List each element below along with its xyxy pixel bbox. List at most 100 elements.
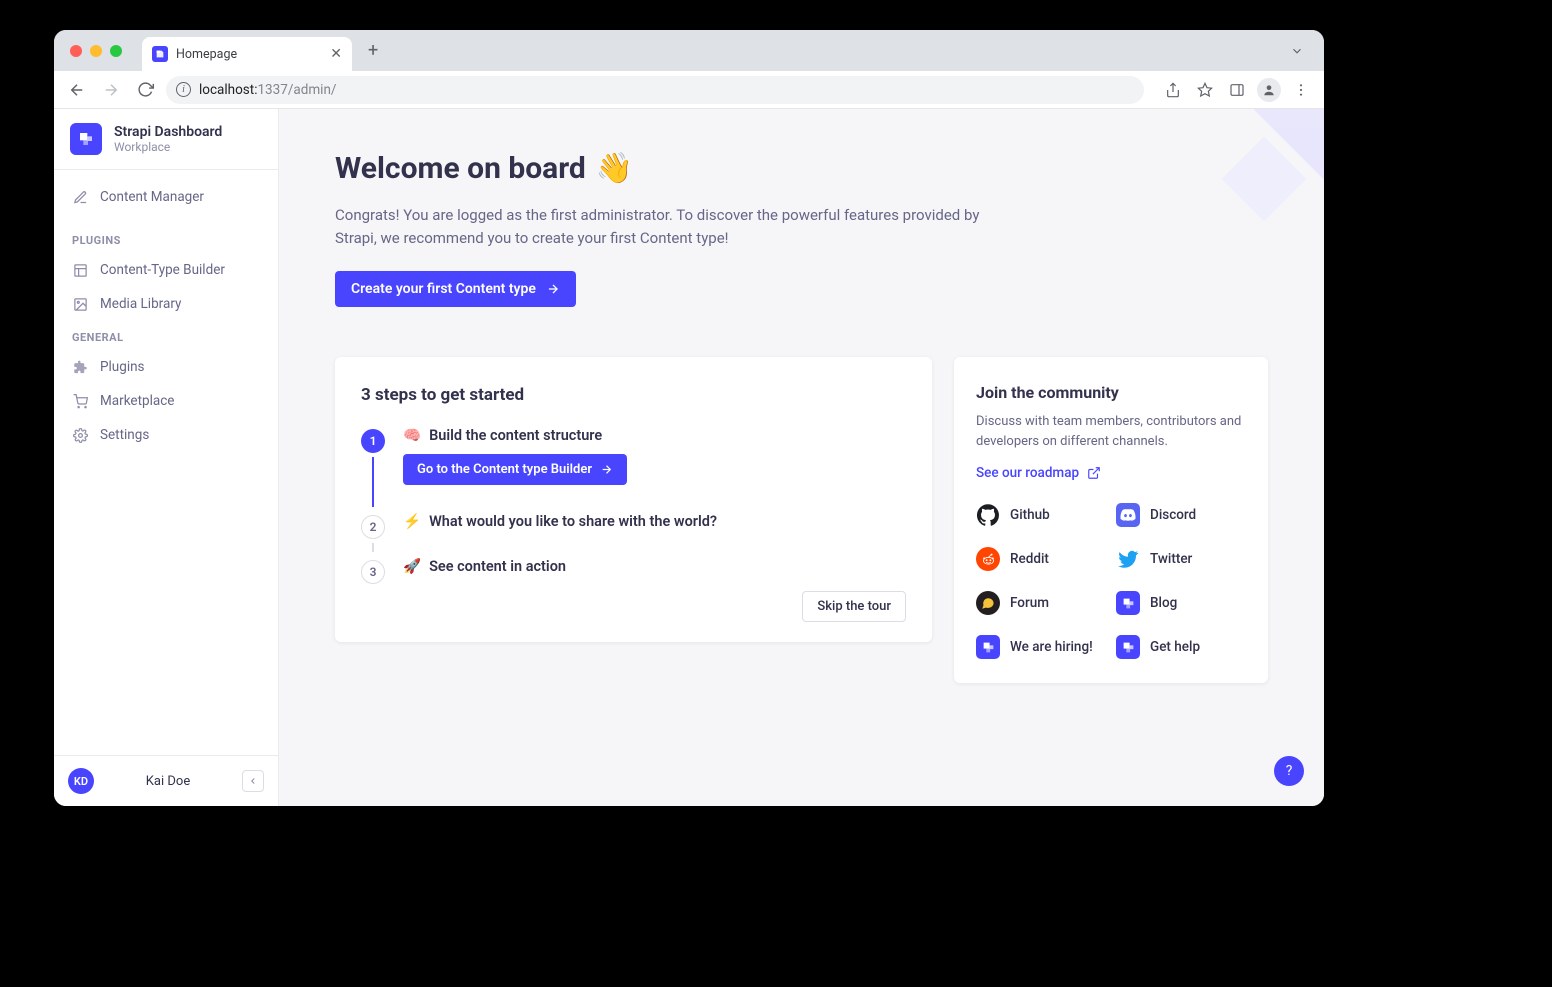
- wave-emoji-icon: 👋: [596, 151, 633, 186]
- window-controls: [70, 45, 122, 57]
- nav-settings[interactable]: Settings: [54, 418, 278, 452]
- step-label: Build the content structure: [429, 427, 602, 444]
- steps-title: 3 steps to get started: [361, 385, 906, 405]
- community-link-strapi[interactable]: Get help: [1116, 635, 1246, 659]
- community-subtitle: Discuss with team members, contributors …: [976, 412, 1246, 451]
- community-card: Join the community Discuss with team mem…: [954, 357, 1268, 683]
- profile-icon[interactable]: [1256, 77, 1282, 103]
- reddit-icon: [976, 547, 1000, 571]
- edit-icon: [72, 189, 88, 205]
- external-link-icon: [1087, 466, 1101, 480]
- strapi-icon: [1116, 591, 1140, 615]
- reload-button[interactable]: [132, 77, 158, 103]
- nav-item-label: Content Manager: [100, 189, 204, 205]
- nav-item-label: Media Library: [100, 296, 181, 312]
- nav-section-general: GENERAL: [54, 321, 278, 350]
- close-tab-icon[interactable]: ✕: [330, 46, 342, 62]
- step-label: See content in action: [429, 558, 566, 575]
- gear-icon: [72, 427, 88, 443]
- main-content: Welcome on board 👋 Congrats! You are log…: [279, 109, 1324, 806]
- step-2: 2 ⚡ What would you like to share with th…: [361, 513, 906, 558]
- browser-tabbar: Homepage ✕ +: [54, 30, 1324, 71]
- community-title: Join the community: [976, 383, 1246, 402]
- sidebar: Strapi Dashboard Workplace Content Manag…: [54, 109, 279, 806]
- community-link-reddit[interactable]: Reddit: [976, 547, 1106, 571]
- brand-logo-icon: [70, 123, 102, 155]
- step-badge: 3: [361, 560, 385, 584]
- nav-media-library[interactable]: Media Library: [54, 287, 278, 321]
- share-icon[interactable]: [1160, 77, 1186, 103]
- step-heading: 🚀 See content in action: [403, 558, 906, 575]
- new-tab-button[interactable]: +: [362, 36, 384, 65]
- discord-icon: [1116, 503, 1140, 527]
- nav-content-manager[interactable]: Content Manager: [54, 180, 278, 214]
- nav-item-label: Marketplace: [100, 393, 174, 409]
- community-link-strapi[interactable]: We are hiring!: [976, 635, 1106, 659]
- step-heading: 🧠 Build the content structure: [403, 427, 906, 444]
- step-heading: ⚡ What would you like to share with the …: [403, 513, 906, 530]
- step-connector: [372, 457, 374, 507]
- browser-tab[interactable]: Homepage ✕: [142, 37, 352, 71]
- maximize-window-icon[interactable]: [110, 45, 122, 57]
- collapse-sidebar-button[interactable]: [242, 770, 264, 792]
- community-link-discord[interactable]: Discord: [1116, 503, 1246, 527]
- nav-marketplace[interactable]: Marketplace: [54, 384, 278, 418]
- brand-text: Strapi Dashboard Workplace: [114, 124, 222, 154]
- url-path: 1337/admin/: [257, 82, 336, 98]
- site-info-icon[interactable]: i: [176, 82, 191, 97]
- arrow-right-icon: [546, 282, 560, 296]
- close-window-icon[interactable]: [70, 45, 82, 57]
- go-to-builder-button[interactable]: Go to the Content type Builder: [403, 454, 627, 485]
- community-link-label: Reddit: [1010, 551, 1049, 567]
- arrow-right-icon: [600, 463, 613, 476]
- strapi-icon: [1116, 635, 1140, 659]
- image-icon: [72, 296, 88, 312]
- tab-title: Homepage: [176, 47, 322, 62]
- zap-emoji-icon: ⚡: [403, 513, 421, 530]
- app-container: Strapi Dashboard Workplace Content Manag…: [54, 109, 1324, 806]
- welcome-subtitle: Congrats! You are logged as the first ad…: [335, 204, 985, 249]
- cta-label: Create your first Content type: [351, 281, 536, 297]
- github-icon: [976, 503, 1000, 527]
- back-button[interactable]: [64, 77, 90, 103]
- forward-button[interactable]: [98, 77, 124, 103]
- step-3: 3 🚀 See content in action: [361, 558, 906, 585]
- user-avatar[interactable]: KD: [68, 768, 94, 794]
- community-link-label: Get help: [1150, 639, 1200, 655]
- welcome-title-text: Welcome on board: [335, 151, 586, 186]
- welcome-title: Welcome on board 👋: [335, 151, 1268, 186]
- nav-plugins[interactable]: Plugins: [54, 350, 278, 384]
- layout-icon: [72, 262, 88, 278]
- nav-item-label: Content-Type Builder: [100, 262, 225, 278]
- community-link-forum[interactable]: Forum: [976, 591, 1106, 615]
- tabbar-dropdown-icon[interactable]: [1282, 40, 1312, 62]
- community-link-label: Twitter: [1150, 551, 1192, 567]
- browser-window: Homepage ✕ + i localhost:1337/admin/: [54, 30, 1324, 806]
- nav-block-top: Content Manager: [54, 170, 278, 224]
- menu-icon[interactable]: [1288, 77, 1314, 103]
- minimize-window-icon[interactable]: [90, 45, 102, 57]
- tab-favicon-icon: [152, 46, 168, 62]
- roadmap-link[interactable]: See our roadmap: [976, 465, 1101, 481]
- community-link-label: We are hiring!: [1010, 639, 1093, 655]
- community-link-twitter[interactable]: Twitter: [1116, 547, 1246, 571]
- address-bar[interactable]: i localhost:1337/admin/: [166, 76, 1144, 104]
- panel-icon[interactable]: [1224, 77, 1250, 103]
- community-link-github[interactable]: Github: [976, 503, 1106, 527]
- community-link-label: Blog: [1150, 595, 1177, 611]
- twitter-icon: [1116, 547, 1140, 571]
- steps-card: 3 steps to get started 1 🧠 Build the con…: [335, 357, 932, 642]
- bookmark-icon[interactable]: [1192, 77, 1218, 103]
- step-connector: [372, 543, 374, 552]
- app-title: Strapi Dashboard: [114, 124, 222, 140]
- help-button[interactable]: ?: [1274, 756, 1304, 786]
- step-badge: 1: [361, 429, 385, 453]
- url-host: localhost:: [199, 82, 257, 98]
- skip-tour-button[interactable]: Skip the tour: [802, 591, 906, 622]
- step-label: What would you like to share with the wo…: [429, 513, 717, 530]
- toolbar-actions: [1160, 77, 1314, 103]
- rocket-emoji-icon: 🚀: [403, 558, 421, 575]
- community-link-strapi[interactable]: Blog: [1116, 591, 1246, 615]
- nav-content-type-builder[interactable]: Content-Type Builder: [54, 253, 278, 287]
- create-content-type-button[interactable]: Create your first Content type: [335, 271, 576, 307]
